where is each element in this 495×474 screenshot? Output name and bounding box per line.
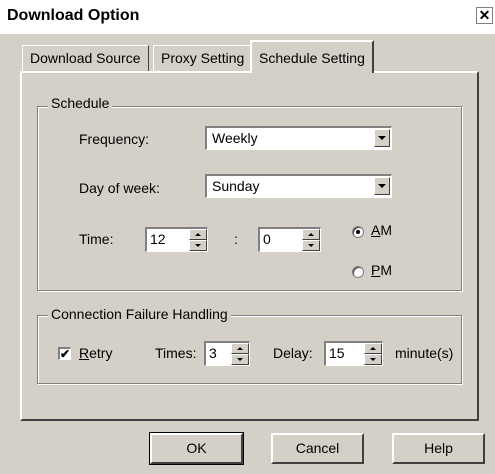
minute-value: 0 [263, 231, 271, 247]
spin-down-icon[interactable] [302, 240, 320, 251]
retry-label[interactable]: Retry [79, 345, 112, 361]
spin-up-icon[interactable] [364, 343, 382, 354]
cancel-button[interactable]: Cancel [271, 433, 364, 464]
chevron-down-icon[interactable] [374, 129, 390, 147]
pm-accesskey: P [371, 262, 381, 278]
minute-spinner[interactable]: 0 [258, 227, 321, 252]
pm-label[interactable]: PM [371, 262, 392, 278]
am-label-rest: M [380, 222, 393, 238]
delay-spinner[interactable]: 15 [324, 341, 383, 366]
tab-label: Schedule Setting [259, 50, 365, 66]
frequency-value: Weekly [212, 130, 258, 146]
download-option-dialog: Download Option ✕ Download Source Proxy … [0, 0, 495, 474]
connection-failure-legend: Connection Failure Handling [48, 306, 231, 322]
pm-radio[interactable] [352, 266, 364, 278]
spin-down-icon[interactable] [189, 240, 207, 251]
schedule-legend: Schedule [48, 95, 113, 111]
am-accesskey: A [371, 222, 381, 238]
ok-button[interactable]: OK [149, 432, 244, 465]
retry-accesskey: R [79, 345, 90, 361]
tab-label: Download Source [30, 50, 141, 66]
window-title: Download Option [7, 7, 140, 24]
spin-up-icon[interactable] [189, 229, 207, 240]
tab-schedule-setting[interactable]: Schedule Setting [250, 40, 374, 73]
delay-value: 15 [329, 345, 345, 361]
times-value: 3 [209, 345, 217, 361]
frequency-select[interactable]: Weekly [205, 126, 392, 150]
tab-download-source[interactable]: Download Source [22, 45, 149, 71]
minutes-unit-label: minute(s) [395, 345, 454, 361]
time-label: Time: [79, 231, 114, 247]
spin-up-icon[interactable] [302, 229, 320, 240]
pm-label-rest: M [380, 262, 393, 278]
times-spinner[interactable]: 3 [204, 341, 250, 366]
chevron-down-icon[interactable] [374, 177, 390, 195]
spin-down-icon[interactable] [364, 354, 382, 365]
retry-checkbox[interactable]: ✔ [58, 347, 71, 360]
time-separator: : [234, 231, 238, 247]
am-label[interactable]: AM [371, 222, 392, 238]
day-of-week-value: Sunday [212, 178, 260, 194]
retry-label-rest: etry [89, 345, 113, 361]
help-button[interactable]: Help [392, 433, 485, 464]
times-label: Times: [155, 345, 197, 361]
title-bar: Download Option ✕ [0, 0, 495, 34]
tab-label: Proxy Setting [161, 50, 245, 66]
close-icon[interactable]: ✕ [476, 7, 493, 24]
spin-down-icon[interactable] [231, 354, 249, 365]
hour-value: 12 [150, 231, 166, 247]
frequency-label: Frequency: [79, 131, 150, 147]
tab-proxy-setting[interactable]: Proxy Setting [153, 45, 253, 71]
schedule-setting-panel: Schedule Frequency: Weekly Day of week: … [20, 71, 479, 421]
hour-spinner[interactable]: 12 [145, 227, 208, 252]
radio-selected-dot [356, 230, 360, 234]
spin-up-icon[interactable] [231, 343, 249, 354]
am-radio[interactable] [352, 226, 364, 238]
delay-label: Delay: [273, 345, 313, 361]
day-of-week-label: Day of week: [79, 180, 160, 196]
day-of-week-select[interactable]: Sunday [205, 174, 392, 198]
